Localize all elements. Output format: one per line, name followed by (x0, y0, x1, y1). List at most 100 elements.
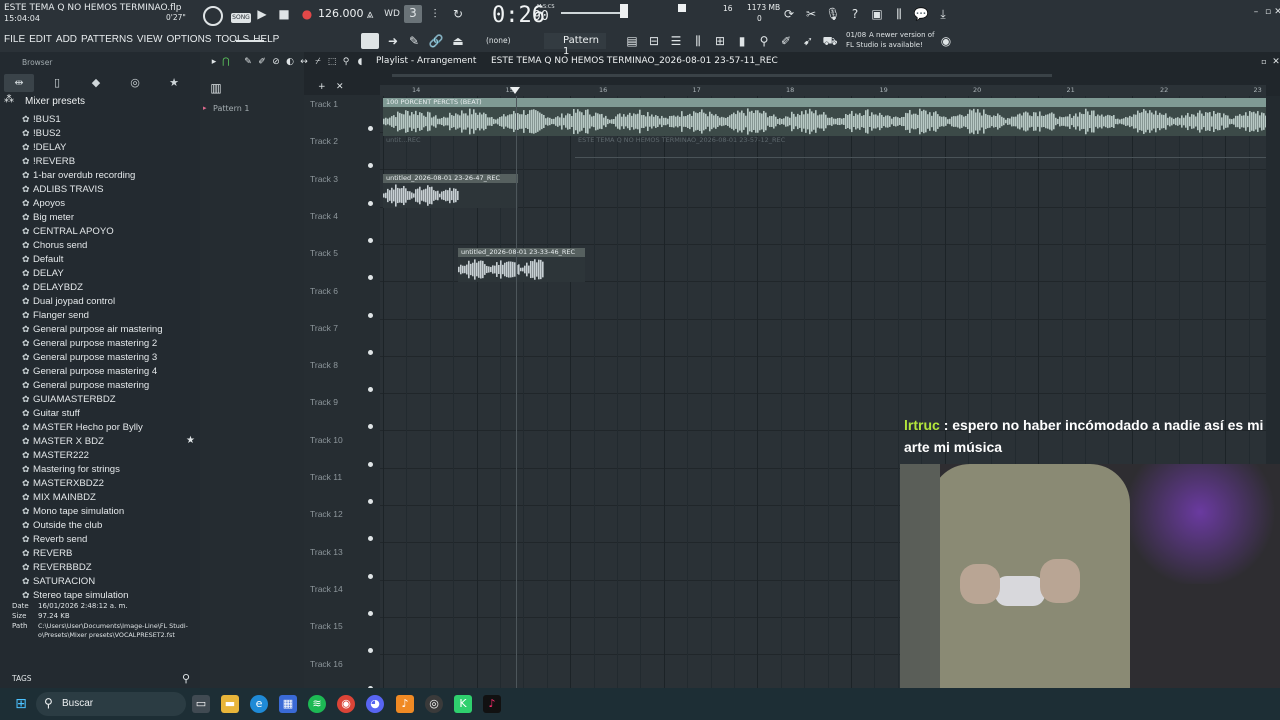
browser-item[interactable]: ✿ GUIAMASTERBDZ (22, 394, 116, 408)
track-row[interactable] (380, 320, 1266, 357)
tiktok-icon[interactable]: ♪ (483, 695, 501, 713)
browser-item[interactable]: ✿ Flanger send (22, 310, 89, 324)
step-edit-icon[interactable]: ⫶ (427, 6, 443, 22)
browser-item[interactable]: ✿ Mastering for strings (22, 464, 120, 478)
arrow-right-icon[interactable]: ➜ (385, 33, 401, 49)
browser-tree-icon[interactable]: ⊞ (712, 33, 728, 49)
chat-icon[interactable]: 💬 (913, 6, 929, 22)
countdown-icon[interactable]: 3 (404, 5, 422, 23)
track-name[interactable]: Track 9 (310, 397, 338, 407)
clip-track5[interactable]: untitled_2026-08-01 23-33-46_REC (458, 248, 585, 282)
track-name[interactable]: Track 12 (310, 509, 343, 519)
menu-add[interactable]: ADD (56, 34, 77, 45)
track-enable-dot[interactable] (368, 200, 373, 206)
track-enable-dot[interactable] (368, 536, 373, 542)
browser-item[interactable]: ✿ General purpose mastering (22, 380, 149, 394)
browser-item[interactable]: ✿ REVERBBDZ (22, 562, 92, 576)
browser-item[interactable]: ✿ SATURACION (22, 576, 95, 590)
add-track-icon[interactable]: + (318, 82, 326, 92)
cart-icon[interactable]: ⛟ (822, 33, 838, 49)
track-enable-dot[interactable] (368, 163, 373, 169)
windows-start-icon[interactable]: ⊞ (12, 695, 30, 713)
track-enable-dot[interactable] (368, 349, 373, 355)
track-row[interactable] (380, 208, 1266, 245)
play-button[interactable]: ▶ (254, 6, 270, 22)
browser-tab-plugins[interactable]: ◆ (81, 74, 111, 92)
browser-item[interactable]: ✿ Mono tape simulation (22, 506, 124, 520)
file-icon[interactable]: ▮ (734, 33, 750, 49)
star-icon[interactable]: ★ (186, 435, 195, 446)
brush-icon[interactable]: ✎ (406, 33, 422, 49)
browser-item[interactable]: ✿ DELAYBDZ (22, 282, 83, 296)
browser-item[interactable]: ✿ !BUS2 (22, 128, 61, 142)
obs-icon[interactable]: ◎ (425, 695, 443, 713)
loop-record-icon[interactable]: ↻ (450, 6, 466, 22)
track-enable-dot[interactable] (368, 387, 373, 393)
menu-edit[interactable]: EDIT (29, 34, 52, 45)
pattern-selector[interactable]: Pattern 1 (544, 33, 606, 57)
track-name[interactable]: Track 11 (310, 472, 342, 482)
stamp-icon[interactable]: ⏏ (450, 33, 466, 49)
metronome-icon[interactable]: ⩓ (362, 6, 378, 22)
news-line-1[interactable]: A newer version of (869, 31, 935, 39)
playlist-close-icon[interactable]: ✕ (1268, 54, 1280, 70)
track-name[interactable]: Track 13 (310, 547, 343, 557)
piano-icon[interactable]: ▥ (208, 80, 224, 96)
link-icon[interactable]: 🔗 (428, 33, 444, 49)
track-name[interactable]: Track 1 (310, 99, 338, 109)
pencil-icon[interactable]: ✐ (778, 33, 794, 49)
chrome-icon[interactable]: ◉ (337, 695, 355, 713)
horizontal-scrollbar[interactable] (392, 74, 1052, 77)
search-icon[interactable]: ⚲ (182, 672, 190, 685)
tags-label[interactable]: TAGS (12, 674, 32, 683)
task-view-icon[interactable]: ▭ (192, 695, 210, 713)
menu-options[interactable]: OPTIONS (166, 34, 211, 45)
track-enable-dot[interactable] (368, 126, 373, 131)
pattern-item[interactable]: Pattern 1 (213, 104, 249, 113)
track-enable-dot[interactable] (368, 424, 373, 430)
mixer-icon[interactable]: ⫼ (891, 6, 907, 22)
browser-item[interactable]: ✿ CENTRAL APOYO (22, 226, 114, 240)
browser-item[interactable]: ✿ Big meter (22, 212, 74, 226)
playback-tool-icon[interactable]: ◖ (352, 54, 368, 70)
track-enable-dot[interactable] (368, 275, 373, 281)
browser-item[interactable]: ✿ !REVERB (22, 156, 75, 170)
browser-item[interactable]: ✿ REVERB (22, 548, 72, 562)
menu-patterns[interactable]: PATTERNS (81, 34, 133, 45)
file-explorer-icon[interactable]: ▬ (221, 695, 239, 713)
track-name[interactable]: Track 8 (310, 360, 338, 370)
track-name[interactable]: Track 4 (310, 211, 338, 221)
discord-icon[interactable]: ◕ (366, 695, 384, 713)
undo-icon[interactable]: ⟳ (781, 6, 797, 22)
browser-item[interactable]: ✿ MASTER X BDZ (22, 436, 104, 450)
track-enable-dot[interactable] (368, 237, 373, 243)
browser-item[interactable]: ✿ Dual joypad control (22, 296, 115, 310)
mixer-view-icon[interactable]: ⫼ (690, 33, 706, 49)
plugin-icon[interactable]: ⚲ (756, 33, 772, 49)
browser-item[interactable]: ✿ !BUS1 (22, 114, 61, 128)
track-name[interactable]: Track 3 (310, 174, 338, 184)
pattern-mode-button[interactable] (361, 33, 379, 49)
track-name[interactable]: Track 7 (310, 323, 338, 333)
browser-item[interactable]: ✿ DELAY (22, 268, 64, 282)
cut-icon[interactable]: ✂ (803, 6, 819, 22)
browser-item[interactable]: ✿ !DELAY (22, 142, 66, 156)
browser-item[interactable]: ✿ Outside the club (22, 520, 102, 534)
playlist-icon[interactable]: ▤ (624, 33, 640, 49)
track-name[interactable]: Track 2 (310, 136, 338, 146)
track-name[interactable]: Track 16 (310, 659, 343, 669)
track-enable-dot[interactable] (368, 610, 373, 616)
track-enable-dot[interactable] (368, 499, 373, 504)
master-pitch-handle[interactable] (620, 4, 628, 18)
browser-item[interactable]: ✿ Guitar stuff (22, 408, 80, 422)
piano-roll-icon[interactable]: ☰ (668, 33, 684, 49)
store-icon[interactable]: ▦ (279, 695, 297, 713)
browser-item[interactable]: ✿ MASTER Hecho por Bylly (22, 422, 143, 436)
browser-item[interactable]: ✿ Chorus send (22, 240, 87, 254)
close-icon[interactable]: ✕ (1270, 4, 1280, 20)
bpm-display[interactable]: 126.000 (318, 7, 364, 20)
menu-file[interactable]: FILE (4, 34, 25, 45)
magnet-icon[interactable]: ⋂ (218, 54, 234, 70)
browser-item[interactable]: ✿ MASTER222 (22, 450, 89, 464)
kick-icon[interactable]: K (454, 695, 472, 713)
